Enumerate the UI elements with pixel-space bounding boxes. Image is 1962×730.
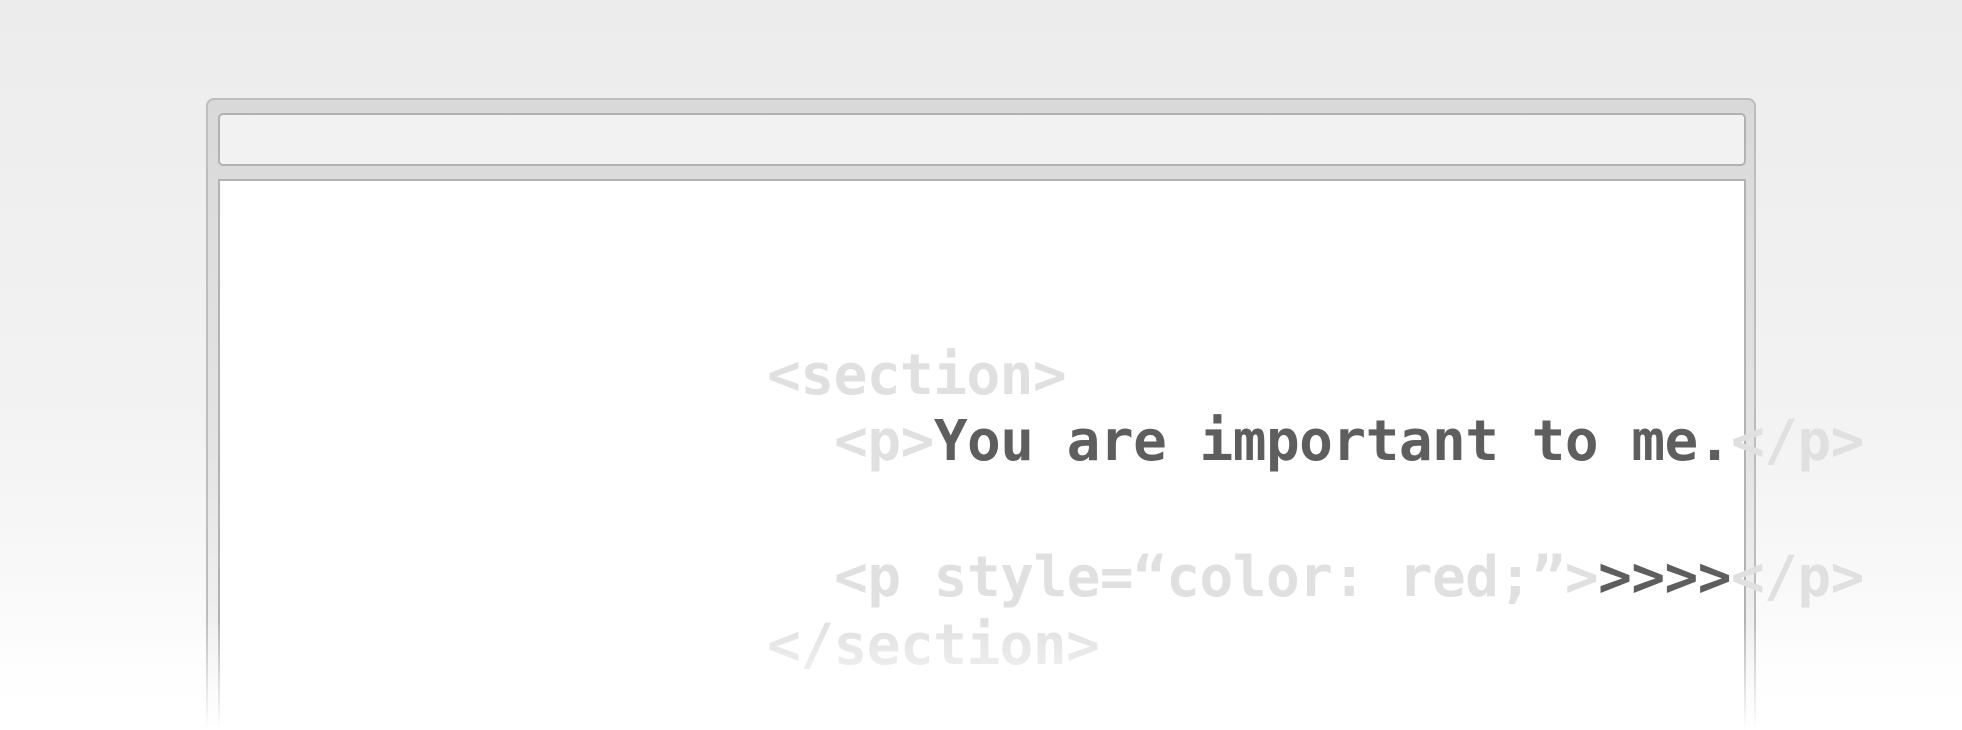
p-open-tag: <p> (834, 409, 934, 474)
styled-paragraph-content: >>>> (1598, 545, 1731, 610)
screen: <section> <p>You are important to me.</p… (0, 0, 1962, 730)
important-message: You are important to me. (933, 409, 1732, 474)
section-close-tag: </section> (767, 613, 1100, 678)
address-bar[interactable] (218, 113, 1746, 166)
p-close-tag: </p> (1730, 409, 1864, 474)
styled-p-close-tag: </p> (1730, 545, 1864, 610)
code-line-section-close: </section> (435, 547, 1100, 730)
browser-viewport: <section> <p>You are important to me.</p… (218, 179, 1864, 730)
browser-window: <section> <p>You are important to me.</p… (206, 98, 1864, 730)
